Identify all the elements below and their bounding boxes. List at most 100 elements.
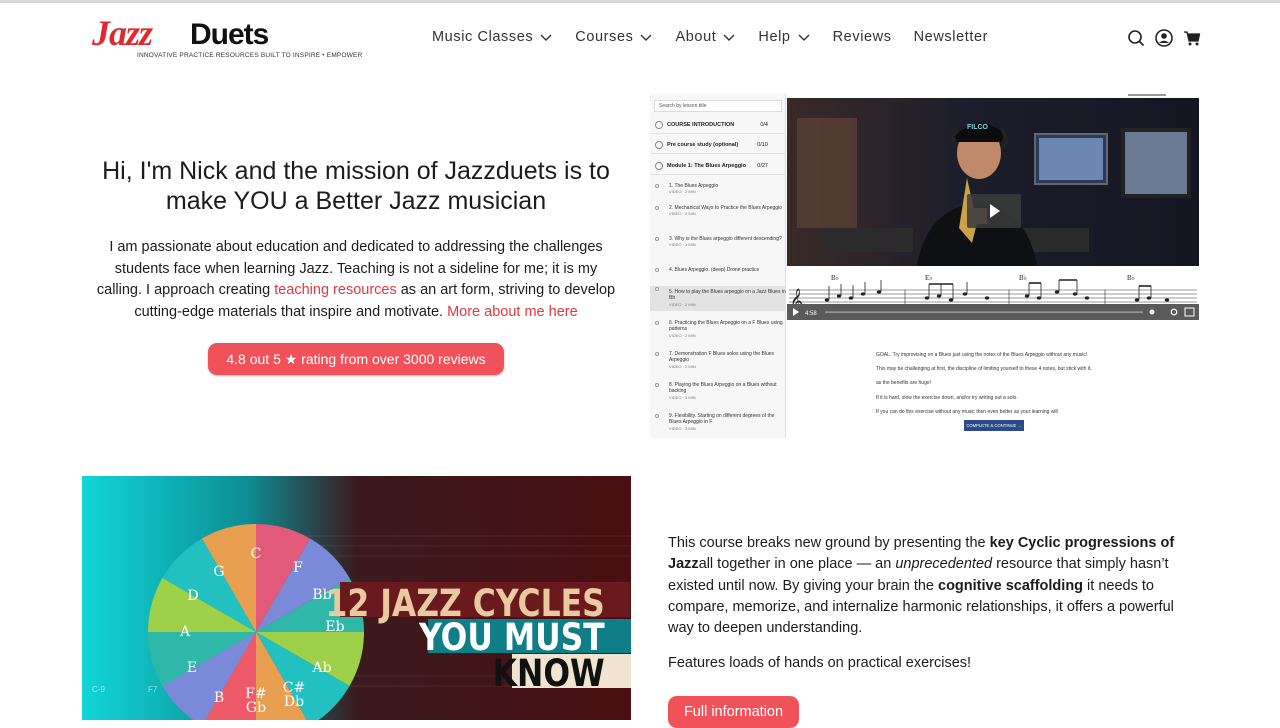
lesson-item: 4. Blues Arpeggio. (deep) Drone practice bbox=[650, 267, 786, 273]
main-nav: Music Classes Courses About Help Reviews… bbox=[432, 29, 1010, 45]
small-chord-label: F7 bbox=[148, 685, 158, 694]
video-player: FILCO bbox=[787, 98, 1199, 266]
nav-courses[interactable]: Courses bbox=[575, 29, 653, 45]
lesson-title: 6. Practicing the Blues Arpeggio on a F … bbox=[669, 320, 783, 333]
lesson-dot-icon bbox=[655, 268, 659, 272]
course-paragraph-2: Features loads of hands on practical exe… bbox=[668, 655, 972, 672]
lesson-title: 5. How to play the Blues arpeggio on a J… bbox=[669, 289, 786, 302]
lesson-dot-icon bbox=[655, 383, 659, 387]
lesson-dot-icon bbox=[655, 414, 659, 418]
cart-icon[interactable] bbox=[1183, 28, 1201, 48]
section-row: Pre course study (optional) 0/10 bbox=[650, 136, 786, 154]
chord-label: B♭ bbox=[1127, 274, 1135, 282]
nav-label: Reviews bbox=[832, 29, 892, 45]
nav-label: Courses bbox=[575, 29, 634, 45]
chord-label: B♭ bbox=[1019, 274, 1027, 282]
play-button[interactable] bbox=[967, 194, 1021, 228]
nav-label: Music Classes bbox=[432, 29, 534, 45]
rating-button[interactable]: 4.8 out 5 ★ rating from over 3000 review… bbox=[208, 343, 504, 375]
desc-line: GOAL. Try improvising on a Blues just us… bbox=[876, 352, 1088, 358]
section-count: 0/27 bbox=[757, 163, 768, 169]
lesson-meta: VIDEO · 4 MIN bbox=[669, 211, 696, 217]
lesson-item: 2. Mechanical Ways to Practice the Blues… bbox=[650, 205, 786, 218]
teaching-resources-link[interactable]: teaching resources bbox=[274, 282, 397, 298]
account-icon[interactable] bbox=[1155, 28, 1173, 48]
small-chord-label: C-9 bbox=[92, 685, 105, 694]
note-label: A bbox=[179, 624, 191, 640]
bold-text: cognitive scaffolding bbox=[938, 577, 1084, 594]
lesson-meta: VIDEO · 3 MIN bbox=[669, 425, 696, 431]
desc-line: If it is hard, slow the exercise down, a… bbox=[876, 394, 1018, 401]
lesson-item: 6. Practicing the Blues Arpeggio on a F … bbox=[650, 320, 786, 339]
note-label: D bbox=[187, 588, 198, 604]
hero-title: Hi, I'm Nick and the mission of Jazzduet… bbox=[90, 156, 622, 216]
nav-music-classes[interactable]: Music Classes bbox=[432, 29, 553, 45]
note-label: Gb bbox=[246, 700, 266, 716]
lesson-item: 1. The Blues Arpeggio VIDEO · 2 MIN bbox=[650, 183, 786, 196]
note-label: C bbox=[251, 546, 262, 562]
course-platform-screenshot: Search by lesson title COURSE INTRODUCTI… bbox=[650, 94, 1200, 438]
logo-tagline: INNOVATIVE PRACTICE RESOURCES BUILT TO I… bbox=[137, 52, 363, 59]
chevron-down-icon bbox=[798, 34, 810, 41]
text-span: all together in one place — an bbox=[698, 556, 896, 573]
more-about-me-link[interactable]: More about me here bbox=[447, 304, 578, 320]
lesson-sidebar: Search by lesson title COURSE INTRODUCTI… bbox=[650, 94, 786, 438]
lesson-meta: VIDEO · 2 MIN bbox=[669, 301, 696, 307]
progress-circle-icon bbox=[655, 121, 663, 129]
desc-line: as the benefits are huge! bbox=[876, 380, 932, 387]
nav-label: Help bbox=[758, 29, 791, 45]
nav-about[interactable]: About bbox=[675, 29, 736, 45]
course-banner-image[interactable]: C F Bb Eb Ab C# Db F# Gb B E A D G C-9 F… bbox=[82, 476, 631, 720]
section-count: 0/10 bbox=[757, 142, 768, 148]
jazz-cycles-banner: C F Bb Eb Ab C# Db F# Gb B E A D G C-9 F… bbox=[82, 476, 631, 720]
nav-label: Newsletter bbox=[913, 29, 989, 45]
logo-jazz: Jazz bbox=[92, 13, 153, 53]
lesson-meta: VIDEO · 3 MIN bbox=[669, 394, 696, 400]
lesson-dot-icon bbox=[655, 206, 659, 210]
lesson-item: 3. Why is the Blues arpeggio different d… bbox=[650, 236, 786, 249]
progress-circle-icon bbox=[655, 162, 663, 170]
chevron-down-icon bbox=[640, 34, 652, 41]
lesson-title: 3. Why is the Blues arpeggio different d… bbox=[669, 236, 782, 242]
play-icon bbox=[990, 204, 1000, 218]
section-title: Module 1: The Blues Arpeggio bbox=[667, 163, 746, 169]
complete-continue-button: COMPLETE & CONTINUE → bbox=[964, 420, 1024, 431]
lesson-meta: VIDEO · 2 MIN bbox=[669, 363, 696, 369]
note-label: Db bbox=[284, 694, 304, 710]
site-header: Jazz Duets INNOVATIVE PRACTICE RESOURCES… bbox=[0, 0, 1280, 78]
full-information-button[interactable]: Full information bbox=[668, 696, 799, 728]
course-paragraph-1: This course breaks new ground by present… bbox=[668, 533, 1188, 639]
note-label: G bbox=[213, 564, 224, 580]
nav-reviews[interactable]: Reviews bbox=[833, 29, 892, 45]
note-label: E bbox=[187, 660, 197, 676]
chevron-down-icon bbox=[723, 34, 735, 41]
search-icon[interactable] bbox=[1127, 28, 1145, 48]
note-label: B bbox=[214, 690, 224, 706]
lesson-dot-icon bbox=[655, 237, 659, 241]
section-title: Pre course study (optional) bbox=[667, 142, 739, 148]
italic-text: unprecedented bbox=[895, 556, 993, 573]
hero-title-line1: Hi, I'm Nick and the mission of Jazzduet… bbox=[102, 157, 610, 185]
section-row: Module 1: The Blues Arpeggio 0/27 bbox=[650, 157, 786, 175]
lesson-meta: VIDEO · 2 MIN bbox=[669, 189, 696, 195]
jazzduets-logo[interactable]: Jazz Duets INNOVATIVE PRACTICE RESOURCES… bbox=[92, 12, 362, 64]
nav-help[interactable]: Help bbox=[758, 29, 810, 45]
text-span: This course breaks new ground by present… bbox=[668, 535, 990, 551]
cap-text: FILCO bbox=[967, 124, 989, 131]
scroll-indicator bbox=[1128, 94, 1166, 96]
lesson-dot-icon bbox=[655, 184, 659, 188]
lesson-title: 7. Demonstration F Blues solos using the… bbox=[669, 351, 775, 364]
hero-description: I am passionate about education and dedi… bbox=[95, 237, 617, 323]
hero-title-line2: make YOU a Better Jazz musician bbox=[165, 187, 547, 215]
lesson-dot-icon bbox=[655, 287, 659, 291]
nav-label: About bbox=[675, 29, 717, 45]
lesson-meta: VIDEO · 1 MIN bbox=[669, 242, 696, 248]
lesson-meta: VIDEO · 2 MIN bbox=[669, 332, 696, 338]
section-count: 0/4 bbox=[760, 122, 768, 128]
lesson-title: 9. Flexibility. Starting on different de… bbox=[669, 413, 775, 426]
nav-newsletter[interactable]: Newsletter bbox=[914, 29, 989, 45]
lesson-title: 4. Blues Arpeggio. (deep) Drone practice bbox=[669, 267, 760, 273]
lesson-item: 9. Flexibility. Starting on different de… bbox=[650, 413, 786, 432]
desc-line: This may be challenging at first, the di… bbox=[876, 366, 1092, 373]
lesson-title: 1. The Blues Arpeggio bbox=[669, 183, 719, 189]
